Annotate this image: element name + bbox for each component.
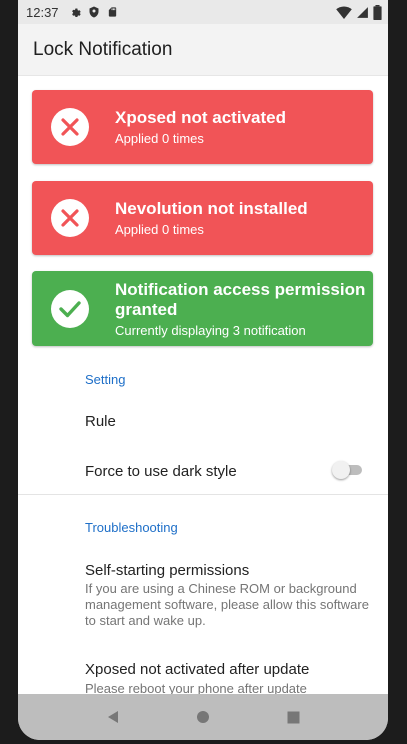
- switch-thumb: [332, 461, 350, 479]
- check-icon: [59, 300, 81, 317]
- pref-self-starting-summary: If you are using a Chinese ROM or backgr…: [85, 581, 369, 628]
- card-subtitle: Applied 0 times: [115, 222, 204, 237]
- error-badge: [51, 199, 89, 237]
- gear-icon: [71, 8, 81, 17]
- success-badge: [51, 289, 89, 328]
- wifi-icon: [336, 5, 352, 19]
- status-bar: 12:37: [18, 0, 388, 24]
- status-card-nevolution[interactable]: Nevolution not installed Applied 0 times: [32, 181, 373, 255]
- section-header-troubleshooting: Troubleshooting: [85, 520, 178, 535]
- home-icon[interactable]: [196, 710, 210, 724]
- x-icon: [61, 118, 79, 136]
- battery-icon: [373, 4, 382, 20]
- recents-icon[interactable]: [287, 711, 300, 724]
- status-time: 12:37: [26, 4, 59, 20]
- app-bar: Lock Notification: [18, 24, 388, 76]
- card-title: Nevolution not installed: [115, 199, 308, 218]
- shield-icon: [89, 6, 99, 18]
- phone-screen: 12:37 Lock Notification Xposed not activ…: [18, 0, 388, 740]
- x-icon: [61, 209, 79, 227]
- card-subtitle: Applied 0 times: [115, 131, 204, 146]
- section-header-setting: Setting: [85, 372, 126, 387]
- back-icon[interactable]: [106, 710, 120, 724]
- card-subtitle: Currently displaying 3 notification: [115, 322, 306, 338]
- pref-dark-style-label[interactable]: Force to use dark style: [85, 463, 237, 480]
- card-title: Notification access permission granted: [115, 279, 366, 319]
- status-card-notification-access[interactable]: Notification access permission granted C…: [32, 271, 373, 346]
- pref-self-starting-title[interactable]: Self-starting permissions: [85, 562, 249, 579]
- status-card-xposed[interactable]: Xposed not activated Applied 0 times: [32, 90, 373, 164]
- dark-style-switch[interactable]: [332, 461, 362, 479]
- section-divider: [18, 494, 388, 495]
- error-badge: [51, 108, 89, 146]
- pref-xposed-update-title[interactable]: Xposed not activated after update: [85, 661, 309, 678]
- sd-card-icon: [108, 7, 116, 17]
- pref-rule[interactable]: Rule: [85, 413, 116, 430]
- page-title: Lock Notification: [33, 38, 173, 60]
- card-title: Xposed not activated: [115, 108, 286, 127]
- signal-icon: [357, 6, 368, 18]
- navigation-bar: [18, 694, 388, 740]
